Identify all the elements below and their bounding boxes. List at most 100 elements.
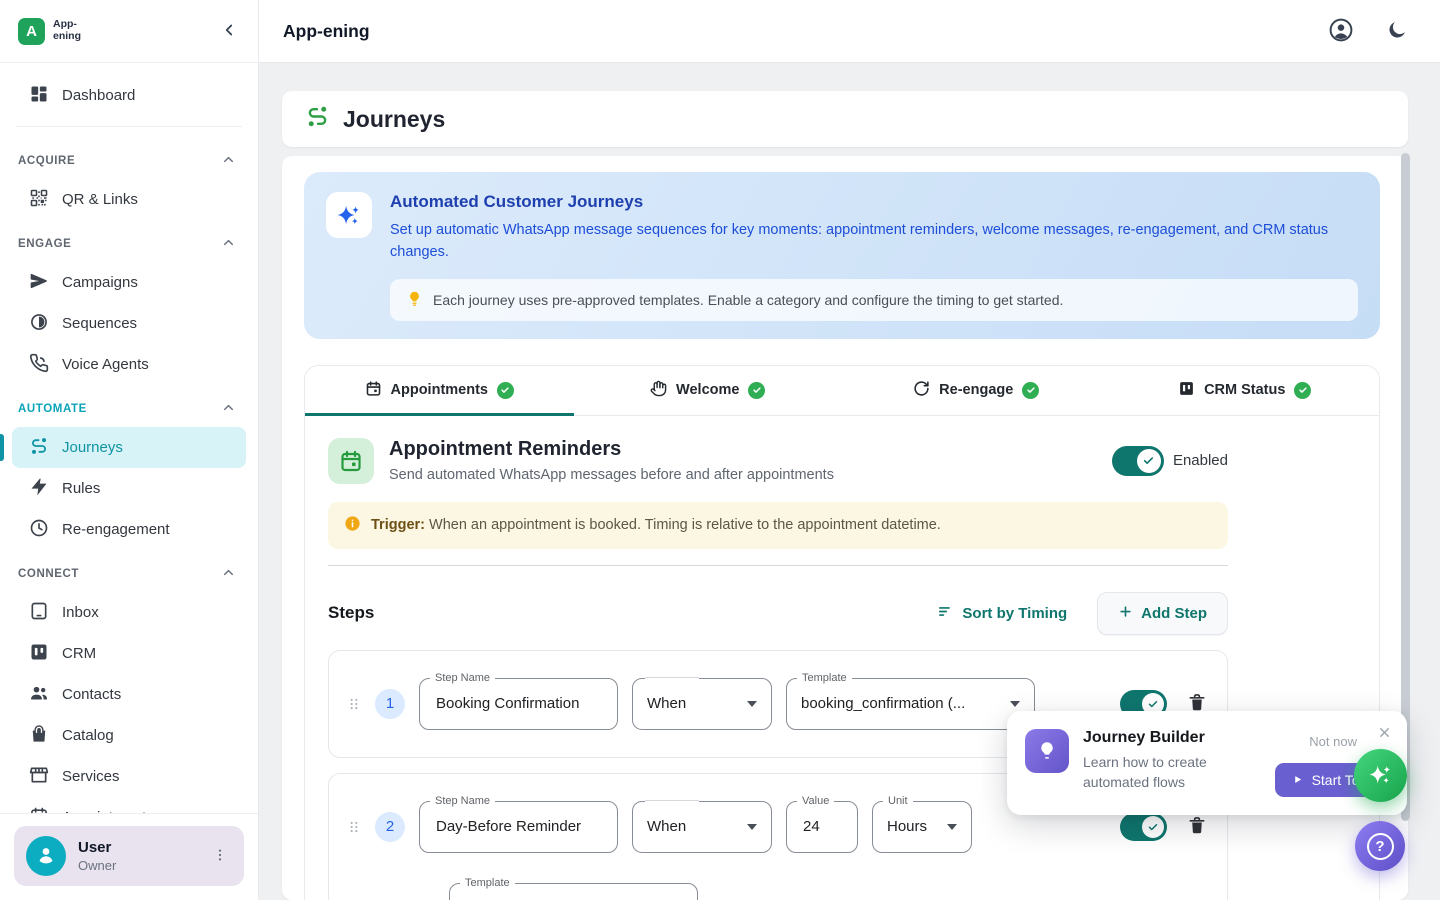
- page-content: Journeys Automated Customer Journeys Set…: [259, 63, 1440, 900]
- tab-appointments[interactable]: Appointments: [305, 366, 574, 415]
- sidebar-header: A App- ening: [0, 0, 258, 63]
- moon-icon: [1386, 19, 1408, 44]
- chevron-left-icon: [220, 21, 238, 42]
- field-label: Template: [797, 671, 852, 685]
- sidebar-item-campaigns[interactable]: Campaigns: [12, 262, 246, 303]
- journey-enabled-toggle[interactable]: [1112, 446, 1164, 476]
- empty-label-notch: [645, 800, 699, 802]
- sidebar-item-contacts[interactable]: Contacts: [12, 674, 246, 715]
- tab-label: Appointments: [391, 382, 488, 398]
- sidebar-group-engage[interactable]: ENGAGE: [12, 220, 246, 262]
- sidebar-item-rules[interactable]: Rules: [12, 468, 246, 509]
- dark-mode-button[interactable]: [1382, 15, 1412, 48]
- chevron-up-icon: [221, 565, 236, 583]
- chevron-down-icon: [747, 824, 757, 830]
- ai-assistant-fab[interactable]: [1354, 749, 1407, 802]
- sidebar-item-voice-agents[interactable]: Voice Agents: [12, 344, 246, 385]
- tab-label: CRM Status: [1204, 382, 1285, 398]
- sidebar-item-qr-links[interactable]: QR & Links: [12, 179, 246, 220]
- template-select[interactable]: Template booking_confirmation (...: [786, 678, 1035, 730]
- sidebar-item-label: Voice Agents: [62, 356, 149, 373]
- user-card[interactable]: User Owner: [14, 826, 244, 886]
- main-area: App-ening Journeys: [259, 0, 1440, 900]
- sidebar-item-services[interactable]: Services: [12, 756, 246, 797]
- step-name-field[interactable]: Step Name: [419, 678, 618, 730]
- drag-handle-icon[interactable]: [347, 694, 361, 714]
- sidebar-item-inbox[interactable]: Inbox: [12, 592, 246, 633]
- sidebar-group-connect[interactable]: CONNECT: [12, 550, 246, 592]
- value-field[interactable]: Value: [786, 801, 858, 853]
- tab-crm-status[interactable]: CRM Status: [1111, 366, 1380, 415]
- banner-tip: Each journey uses pre-approved templates…: [390, 279, 1358, 321]
- sidebar-item-sequences[interactable]: Sequences: [12, 303, 246, 344]
- sidebar-group-automate[interactable]: AUTOMATE: [12, 385, 246, 427]
- sidebar-group-acquire[interactable]: ACQUIRE: [12, 137, 246, 179]
- sidebar-item-appointments[interactable]: Appointments: [12, 797, 246, 813]
- person-icon: [34, 842, 58, 871]
- sidebar-item-dashboard[interactable]: Dashboard: [12, 75, 246, 116]
- add-step-label: Add Step: [1141, 605, 1207, 622]
- sidebar: A App- ening Dashboard ACQUIRE: [0, 0, 259, 900]
- page-title-bar: Journeys: [282, 91, 1408, 147]
- account-button[interactable]: [1324, 13, 1358, 50]
- tab-welcome[interactable]: Welcome: [574, 366, 843, 415]
- tab-label: Welcome: [676, 382, 739, 398]
- sidebar-item-label: Dashboard: [62, 87, 135, 104]
- storefront-icon: [29, 765, 49, 789]
- plus-icon: [1118, 604, 1133, 623]
- users-icon: [29, 683, 49, 707]
- timing-value: When: [647, 695, 686, 712]
- help-fab[interactable]: ?: [1355, 821, 1405, 871]
- sidebar-item-crm[interactable]: CRM: [12, 633, 246, 674]
- template-select[interactable]: Template appointment_reminder (...: [449, 883, 698, 900]
- tablet-icon: [29, 601, 49, 625]
- user-menu-button[interactable]: [208, 843, 232, 870]
- not-now-button[interactable]: Not now: [1303, 733, 1363, 750]
- sort-icon: [937, 603, 954, 624]
- unit-select[interactable]: Unit Hours: [872, 801, 972, 853]
- banner-body: Set up automatic WhatsApp message sequen…: [390, 220, 1358, 264]
- question-mark-icon: ?: [1367, 833, 1394, 860]
- tab-re-engage[interactable]: Re-engage: [842, 366, 1111, 415]
- unit-value: Hours: [887, 818, 927, 835]
- check-badge-icon: [497, 382, 514, 399]
- topbar-title: App-ening: [283, 21, 370, 42]
- timing-select[interactable]: When: [632, 801, 772, 853]
- field-label: Step Name: [430, 671, 495, 685]
- journey-builder-popup: Journey Builder Learn how to create auto…: [1007, 711, 1407, 815]
- delete-step-button[interactable]: [1185, 813, 1209, 840]
- timing-select[interactable]: When: [632, 678, 772, 730]
- sidebar-item-catalog[interactable]: Catalog: [12, 715, 246, 756]
- trigger-alert: Trigger: When an appointment is booked. …: [328, 502, 1228, 549]
- sidebar-item-label: CRM: [62, 645, 96, 662]
- sidebar-item-label: Appointments: [62, 809, 154, 813]
- chevron-up-icon: [221, 235, 236, 253]
- dashboard-icon: [29, 84, 49, 108]
- enable-toggle-group: Enabled: [1112, 438, 1228, 476]
- user-role: Owner: [78, 858, 116, 873]
- user-name: User: [78, 839, 116, 858]
- sidebar-collapse-button[interactable]: [216, 17, 242, 46]
- sparkles-icon: [326, 192, 372, 238]
- step-name-input[interactable]: [434, 694, 603, 713]
- section-titles: Appointment Reminders Send automated Wha…: [389, 438, 834, 483]
- add-step-button[interactable]: Add Step: [1097, 592, 1228, 635]
- logo-badge-icon: A: [18, 18, 45, 45]
- popup-text: Journey Builder Learn how to create auto…: [1083, 729, 1253, 797]
- sidebar-item-re-engagement[interactable]: Re-engagement: [12, 509, 246, 550]
- half-circle-icon: [29, 312, 49, 336]
- play-icon: [1292, 772, 1303, 788]
- drag-handle-icon[interactable]: [347, 817, 361, 837]
- field-label: Value: [797, 794, 834, 808]
- logo-text: App- ening: [53, 19, 81, 42]
- template-value: booking_confirmation (...: [801, 695, 965, 712]
- popup-close-button[interactable]: [1375, 723, 1394, 745]
- step-name-input[interactable]: [434, 817, 603, 836]
- kanban-icon: [1178, 380, 1195, 401]
- app-root: A App- ening Dashboard ACQUIRE: [0, 0, 1440, 900]
- value-input[interactable]: [801, 817, 843, 836]
- sidebar-item-journeys[interactable]: Journeys: [12, 427, 246, 468]
- step-enabled-toggle[interactable]: [1120, 813, 1167, 841]
- step-name-field[interactable]: Step Name: [419, 801, 618, 853]
- sort-by-timing-button[interactable]: Sort by Timing: [931, 602, 1073, 625]
